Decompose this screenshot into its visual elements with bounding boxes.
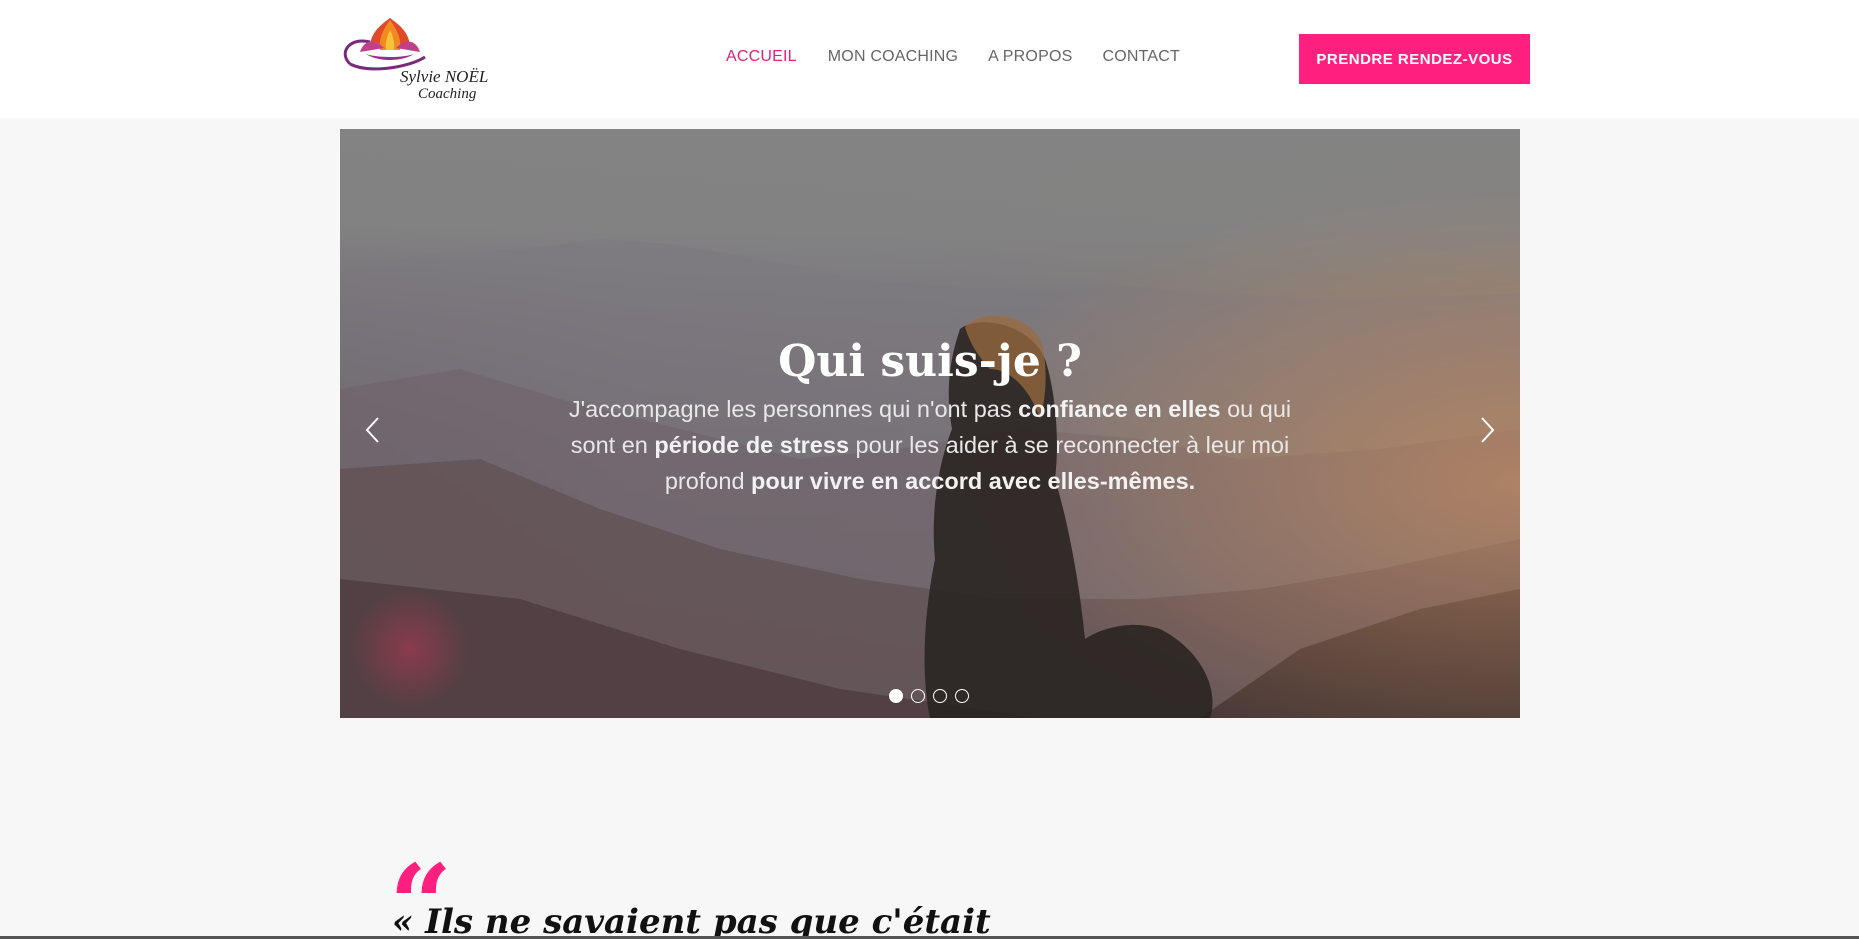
hero-text: J'accompagne les personnes qui n'ont pas…	[550, 391, 1310, 499]
nav-item-accueil[interactable]: ACCUEIL	[726, 48, 797, 66]
slider-dot-3[interactable]	[933, 689, 947, 703]
hero-text-bold: confiance en elles	[1018, 396, 1221, 422]
hero-slider: Qui suis-je ? J'accompagne les personnes…	[340, 129, 1520, 718]
logo-subtitle: Coaching	[418, 86, 477, 102]
slider-dot-1[interactable]	[889, 689, 903, 703]
hero-text-bold: période de stress	[654, 432, 850, 458]
hero-text-part: J'accompagne les personnes qui n'ont pas	[568, 396, 1019, 422]
main-nav: ACCUEIL MON COACHING A PROPOS CONTACT	[726, 48, 1180, 66]
book-appointment-button[interactable]: PRENDRE RENDEZ-VOUS	[1299, 34, 1530, 84]
hero-text-bold: pour vivre en accord avec elles-mêmes.	[751, 468, 1196, 494]
nav-item-a-propos[interactable]: A PROPOS	[988, 48, 1072, 66]
slider-pagination	[889, 689, 969, 703]
site-header: Sylvie NOËL Coaching ACCUEIL MON COACHIN…	[0, 0, 1859, 118]
nav-item-mon-coaching[interactable]: MON COACHING	[828, 48, 958, 66]
nav-item-contact[interactable]: CONTACT	[1102, 48, 1180, 66]
logo[interactable]: Sylvie NOËL Coaching	[340, 12, 510, 104]
slider-next-button[interactable]	[1472, 405, 1502, 455]
hero-title: Qui suis-je ?	[778, 336, 1082, 387]
slider-dot-2[interactable]	[911, 689, 925, 703]
slider-dot-4[interactable]	[955, 689, 969, 703]
lotus-icon	[343, 18, 426, 71]
slider-prev-button[interactable]	[358, 405, 388, 455]
chevron-right-icon	[1481, 417, 1495, 443]
quote-text: « Ils ne savaient pas que c'était	[392, 902, 991, 939]
logo-name: Sylvie NOËL	[400, 67, 489, 86]
chevron-left-icon	[365, 417, 379, 443]
